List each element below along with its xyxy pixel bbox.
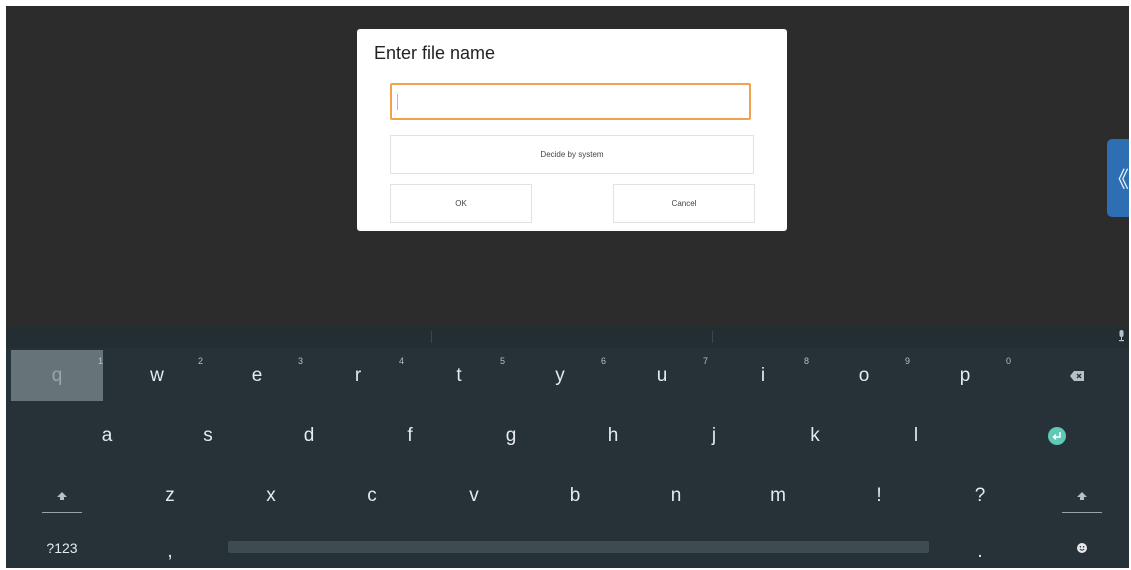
key-k[interactable]: k	[769, 410, 861, 461]
key-hint: 7	[702, 356, 708, 366]
key-m[interactable]: m	[732, 470, 824, 521]
shift-icon	[1077, 491, 1087, 500]
key-t[interactable]: t 5	[413, 350, 505, 401]
key-label: p	[959, 364, 971, 386]
key-label: q	[51, 364, 63, 386]
key-l[interactable]: l	[870, 410, 962, 461]
backspace-key[interactable]	[1031, 350, 1123, 401]
key-hint: 3	[297, 356, 303, 366]
shift-underline	[1062, 512, 1102, 513]
symbols-key[interactable]: ?123	[11, 530, 113, 566]
file-name-input[interactable]	[390, 83, 751, 120]
key-y[interactable]: y 6	[514, 350, 606, 401]
key-n[interactable]: n	[630, 470, 722, 521]
key-d[interactable]: d	[263, 410, 355, 461]
key-z[interactable]: z	[124, 470, 216, 521]
key-s[interactable]: s	[162, 410, 254, 461]
key-q[interactable]: q 1	[11, 350, 103, 401]
shift-key-left[interactable]	[11, 470, 113, 521]
double-chevron-left-icon: 《	[1107, 168, 1129, 193]
key-hint: 5	[499, 356, 505, 366]
emoji-key[interactable]	[1036, 530, 1128, 566]
key-u[interactable]: u 7	[616, 350, 708, 401]
key-label: t	[456, 364, 462, 386]
key-label: u	[656, 364, 668, 386]
key-p[interactable]: p 0	[919, 350, 1011, 401]
suggestion-divider	[712, 331, 713, 343]
key-f[interactable]: f	[364, 410, 456, 461]
key-g[interactable]: g	[465, 410, 557, 461]
key-r[interactable]: r 4	[312, 350, 404, 401]
screen: Enter file name Decide by system OK Canc…	[6, 6, 1129, 568]
key-exclamation[interactable]: !	[833, 470, 925, 521]
shift-key-right[interactable]	[1036, 470, 1128, 521]
space-bar[interactable]	[228, 541, 929, 553]
key-j[interactable]: j	[668, 410, 760, 461]
side-panel-handle[interactable]: 《	[1107, 139, 1129, 217]
key-hint: 0	[1005, 356, 1011, 366]
key-label: o	[858, 364, 870, 386]
key-label: e	[251, 364, 263, 386]
key-hint: 4	[398, 356, 404, 366]
key-i[interactable]: i 8	[717, 350, 809, 401]
key-label: i	[760, 364, 766, 386]
key-o[interactable]: o 9	[818, 350, 910, 401]
enter-key[interactable]	[1011, 410, 1103, 461]
key-hint: 1	[97, 356, 103, 366]
enter-icon	[1048, 426, 1066, 445]
key-comma[interactable]: ,	[124, 530, 216, 566]
file-name-dialog: Enter file name Decide by system OK Canc…	[357, 29, 787, 231]
key-hint: 8	[803, 356, 809, 366]
key-a[interactable]: a	[61, 410, 153, 461]
key-e[interactable]: e 3	[211, 350, 303, 401]
microphone-icon[interactable]	[1118, 330, 1125, 342]
key-hint: 6	[600, 356, 606, 366]
key-period[interactable]: .	[934, 530, 1026, 566]
suggestion-divider	[431, 331, 432, 343]
key-c[interactable]: c	[326, 470, 418, 521]
key-h[interactable]: h	[567, 410, 659, 461]
decide-by-system-button[interactable]: Decide by system	[390, 135, 754, 174]
key-hint: 2	[197, 356, 203, 366]
key-hint: 9	[904, 356, 910, 366]
backspace-icon	[1070, 370, 1084, 381]
text-caret	[397, 94, 398, 110]
key-v[interactable]: v	[428, 470, 520, 521]
dialog-title: Enter file name	[374, 43, 496, 63]
key-question[interactable]: ?	[934, 470, 1026, 521]
key-w[interactable]: w 2	[111, 350, 203, 401]
key-label: r	[354, 364, 362, 386]
suggestion-strip	[6, 326, 1129, 348]
shift-icon	[57, 491, 67, 500]
shift-underline	[42, 512, 82, 513]
key-label: y	[555, 364, 565, 386]
key-b[interactable]: b	[529, 470, 621, 521]
ok-button[interactable]: OK	[390, 184, 532, 223]
emoji-icon	[1077, 543, 1087, 553]
cancel-button[interactable]: Cancel	[613, 184, 755, 223]
key-x[interactable]: x	[225, 470, 317, 521]
key-label: w	[150, 364, 164, 386]
on-screen-keyboard: q 1 w 2 e 3 r 4 t 5 y 6 u 7 i 8 o 9 p 0 …	[6, 326, 1129, 568]
